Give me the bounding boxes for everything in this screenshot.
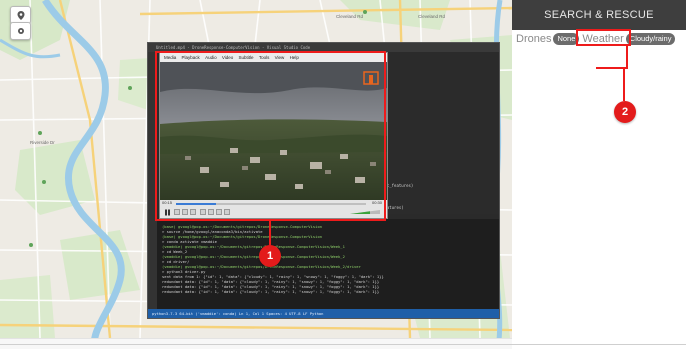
layers-button[interactable]	[10, 22, 31, 40]
layers-icon	[17, 28, 24, 34]
callout-badge-1: 1	[259, 245, 281, 267]
page-divider	[0, 344, 686, 345]
drones-label: Drones	[516, 33, 552, 45]
highlight-box-weather	[576, 29, 631, 46]
panel-title: SEARCH & RESCUE	[544, 9, 654, 21]
callout-connector	[626, 46, 628, 67]
map-street-label: Cleveland Rd	[336, 14, 364, 19]
terminal-line: (vmaddie) gvoogl@pop-os:~/Documents/gitr…	[162, 244, 345, 249]
panel-header: SEARCH & RESCUE	[512, 0, 686, 30]
location-icon	[17, 10, 24, 20]
info-panel: SEARCH & RESCUE Drones None Weather Clou…	[512, 0, 686, 349]
callout-badge-2: 2	[614, 101, 636, 123]
callout-connector	[623, 67, 625, 101]
weather-badge: Cloudy/rainy	[625, 33, 676, 45]
highlight-box-video	[155, 51, 386, 221]
terminal-line: redundant data: {"id": 1, "data": {"clou…	[162, 289, 380, 294]
map-place-label: Riverside Dr	[30, 140, 55, 145]
vscode-status-bar: python3.7.3 64-bit ('vmaddie': conda) Ln…	[148, 309, 499, 318]
map-street-label: Cleveland Rd	[418, 14, 446, 19]
